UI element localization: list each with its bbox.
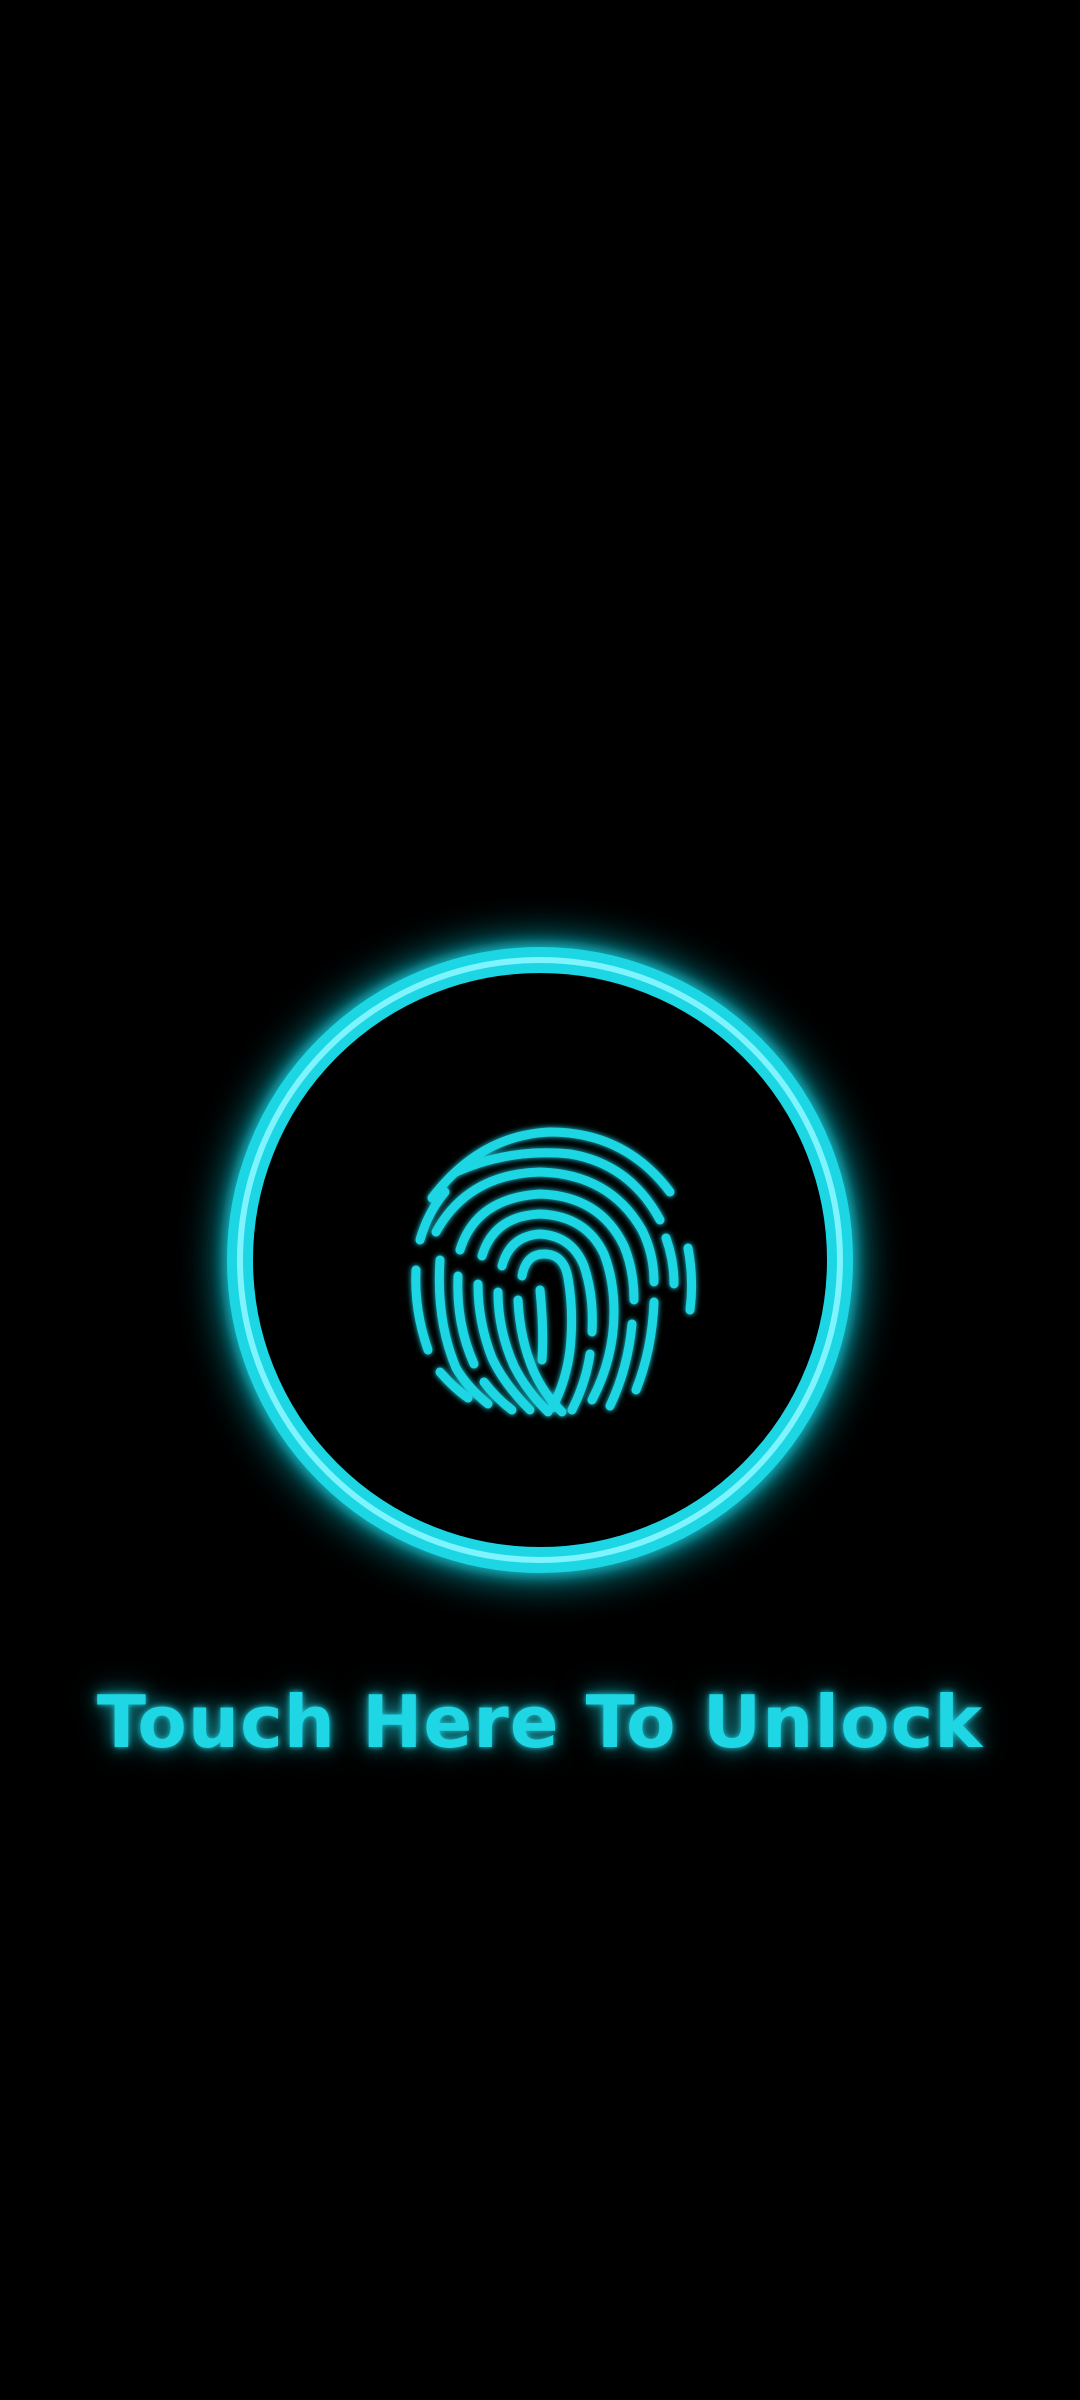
glow-ring xyxy=(227,947,853,1573)
fingerprint-sensor-button[interactable] xyxy=(180,920,900,1640)
unlock-prompt-label: Touch Here To Unlock xyxy=(96,1680,984,1764)
lock-screen: Touch Here To Unlock xyxy=(0,0,1080,2400)
fingerprint-sensor-graphic[interactable] xyxy=(180,920,900,1640)
